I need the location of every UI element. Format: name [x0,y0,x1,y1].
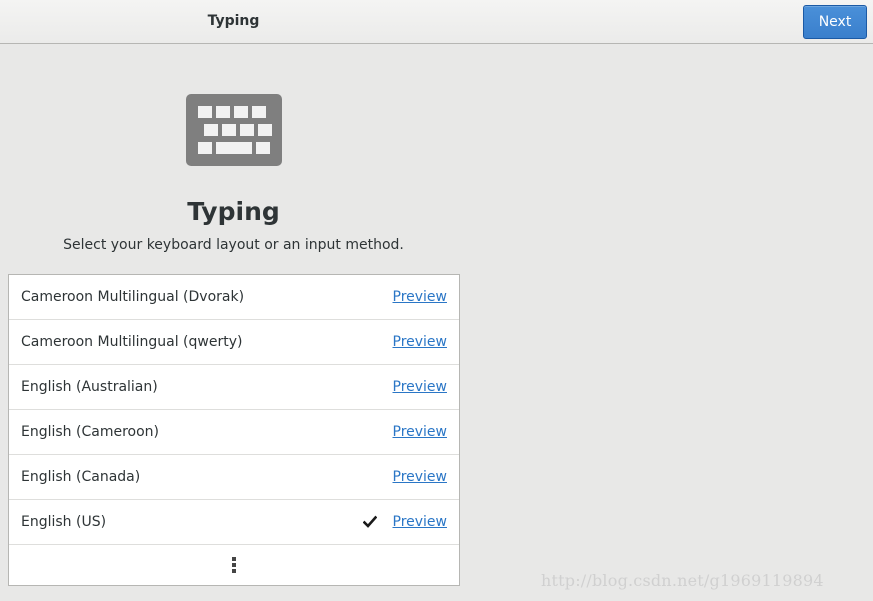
layout-row[interactable]: Cameroon Multilingual (qwerty) Preview [9,320,459,365]
layout-row[interactable]: English (Australian) Preview [9,365,459,410]
view-more-icon[interactable] [231,557,237,575]
next-button[interactable]: Next [803,5,867,39]
layout-name: English (US) [21,514,107,530]
layout-list: Cameroon Multilingual (Dvorak) Preview C… [8,274,460,586]
header-title: Typing [207,13,260,29]
more-row[interactable] [9,545,459,585]
layout-name: English (Australian) [21,379,158,395]
preview-link[interactable]: Preview [393,514,448,530]
layout-name: Cameroon Multilingual (qwerty) [21,334,243,350]
layout-row-selected[interactable]: English (US) Preview [9,500,459,545]
layout-name: Cameroon Multilingual (Dvorak) [21,289,245,305]
layout-name: English (Canada) [21,469,141,485]
check-icon [363,515,377,528]
layout-row[interactable]: English (Cameroon) Preview [9,410,459,455]
layout-name: English (Cameroon) [21,424,159,440]
page-subtitle: Select your keyboard layout or an input … [63,237,404,253]
layout-row[interactable]: Cameroon Multilingual (Dvorak) Preview [9,275,459,320]
layout-row[interactable]: English (Canada) Preview [9,455,459,500]
preview-link[interactable]: Preview [393,424,448,440]
watermark: http://blog.csdn.net/g1969119894 [541,571,824,590]
page-title: Typing [187,197,280,226]
preview-link[interactable]: Preview [393,469,448,485]
header-bar: Typing Next [0,0,873,44]
keyboard-icon [186,94,282,166]
preview-link[interactable]: Preview [393,379,448,395]
preview-link[interactable]: Preview [393,289,448,305]
preview-link[interactable]: Preview [393,334,448,350]
